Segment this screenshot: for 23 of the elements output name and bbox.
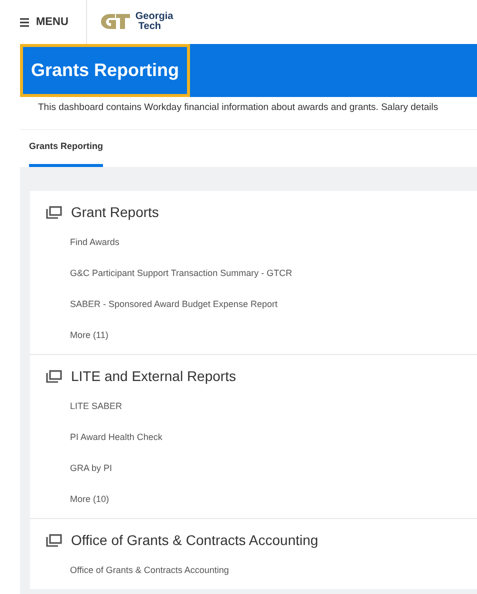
description-text: This dashboard contains Workday financial information about awards and grants. Salary details	[38, 101, 440, 115]
report-link[interactable]: More (11)	[70, 320, 108, 351]
stacked-windows-icon	[46, 534, 62, 547]
report-link[interactable]: More (10)	[70, 484, 110, 515]
section-title: Grant Reports	[71, 202, 159, 222]
report-link[interactable]: LITE SABER	[70, 390, 122, 422]
report-link[interactable]: GRA by PI	[70, 452, 112, 484]
menu-button[interactable]: MENU	[0, 0, 88, 44]
menu-icon	[20, 18, 29, 26]
page-title: Grants Reporting	[20, 44, 190, 97]
stacked-windows-icon	[46, 370, 62, 383]
logo-text: Georgia	[135, 12, 174, 22]
report-link[interactable]: SABER - Sponsored Award Budget Expense Report	[70, 288, 278, 320]
report-link[interactable]: PI Award Health Check	[70, 422, 162, 453]
report-link[interactable]: G&C Participant Support Transaction Summary - GTCR	[70, 258, 292, 289]
section-title: Office of Grants & Contracts Accounting	[71, 530, 318, 550]
report-link[interactable]: Office of Grants & Contracts Accounting	[70, 554, 229, 586]
section-title: LITE and External Reports	[71, 366, 236, 386]
logo[interactable]: Georgia Tech	[99, 12, 174, 32]
report-link[interactable]: Find Awards	[70, 226, 120, 258]
stacked-windows-icon	[46, 206, 62, 219]
gt-logo-icon	[99, 13, 132, 31]
logo-text: Tech	[138, 22, 161, 32]
